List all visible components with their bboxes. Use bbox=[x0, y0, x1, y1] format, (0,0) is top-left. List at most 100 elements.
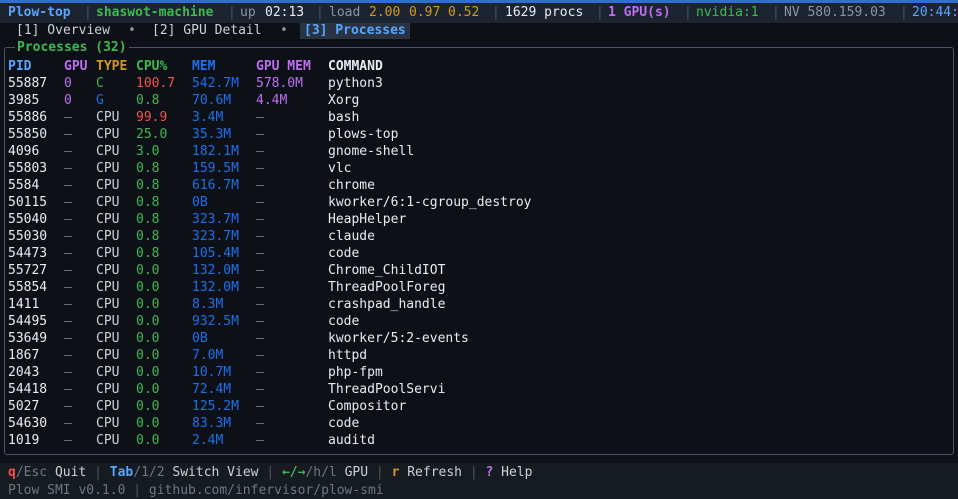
cell-mem: 35.3M bbox=[192, 127, 232, 142]
cell-command: kworker/5:2-events bbox=[328, 331, 469, 346]
tab-key[interactable]: Tab bbox=[110, 465, 133, 480]
cell-command: code bbox=[328, 314, 360, 329]
cell-command: httpd bbox=[328, 348, 368, 363]
table-row[interactable]: 55040 — CPU 0.8 323.7M — HeapHelper bbox=[8, 211, 728, 228]
cell-pid: 55030 bbox=[8, 229, 48, 244]
cell-pid: 1019 bbox=[8, 433, 40, 448]
table-row[interactable]: 3985 0 G 0.8 70.6M 4.4M Xorg bbox=[8, 92, 728, 109]
cell-type: CPU bbox=[96, 263, 120, 278]
column-header-mem[interactable]: MEM bbox=[192, 58, 256, 75]
table-row[interactable]: 54630 — CPU 0.0 83.3M — code bbox=[8, 415, 728, 432]
cell-gpu-mem: — bbox=[256, 127, 264, 142]
version-text: Plow SMI v0.1.0 bbox=[8, 483, 126, 498]
cell-type: CPU bbox=[96, 195, 120, 210]
table-row[interactable]: 55854 — CPU 0.0 132.0M — ThreadPoolForeg bbox=[8, 279, 728, 296]
repo-link[interactable]: github.com/infervisor/plow-smi bbox=[149, 483, 384, 498]
quit-label: Quit bbox=[54, 465, 87, 480]
refresh-key[interactable]: r bbox=[392, 465, 400, 480]
column-header-gpu[interactable]: GPU bbox=[64, 58, 96, 75]
table-row[interactable]: 1019 — CPU 0.0 2.4M — auditd bbox=[8, 432, 728, 449]
column-header-pid[interactable]: PID bbox=[8, 58, 64, 75]
status-separator: | bbox=[316, 5, 324, 20]
keybind-bar: q/Esc Quit | Tab/1/2 Switch View | ←/→/h… bbox=[0, 465, 532, 481]
table-row[interactable]: 53649 — CPU 0.0 0B — kworker/5:2-events bbox=[8, 330, 728, 347]
table-row[interactable]: 55727 — CPU 0.0 132.0M — Chrome_ChildIOT bbox=[8, 262, 728, 279]
status-separator: | bbox=[772, 5, 780, 20]
cell-pid: 5584 bbox=[8, 178, 40, 193]
table-row[interactable]: 55803 — CPU 0.8 159.5M — vlc bbox=[8, 160, 728, 177]
status-separator: | bbox=[684, 5, 692, 20]
cell-command: ThreadPoolForeg bbox=[328, 280, 446, 295]
table-row[interactable]: 1867 — CPU 0.0 7.0M — httpd bbox=[8, 347, 728, 364]
cell-pid: 54418 bbox=[8, 382, 48, 397]
table-row[interactable]: 55887 0 C 100.7 542.7M 578.0M python3 bbox=[8, 75, 728, 92]
cell-cpu: 25.0 bbox=[136, 127, 168, 142]
cell-mem: 10.7M bbox=[192, 365, 232, 380]
status-separator: | bbox=[84, 5, 92, 20]
cell-gpu: — bbox=[64, 433, 72, 448]
table-row[interactable]: 55850 — CPU 25.0 35.3M — plows-top bbox=[8, 126, 728, 143]
table-row[interactable]: 54418 — CPU 0.0 72.4M — ThreadPoolServi bbox=[8, 381, 728, 398]
cell-pid: 55887 bbox=[8, 76, 48, 91]
help-key[interactable]: ? bbox=[486, 465, 494, 480]
tab-gpu-detail[interactable]: [2] GPU Detail bbox=[152, 23, 262, 39]
column-header-gpu-mem[interactable]: GPU MEM bbox=[256, 58, 328, 75]
cell-pid: 1867 bbox=[8, 348, 40, 363]
table-row[interactable]: 5584 — CPU 0.8 616.7M — chrome bbox=[8, 177, 728, 194]
cell-command: php-fpm bbox=[328, 365, 383, 380]
gpu-vendor: nvidia:1 bbox=[696, 5, 759, 20]
column-header-type[interactable]: TYPE bbox=[96, 58, 136, 75]
cell-cpu: 0.8 bbox=[136, 212, 160, 227]
load-label: load bbox=[329, 5, 361, 20]
cell-cpu: 0.0 bbox=[136, 297, 160, 312]
quit-alt-key: /Esc bbox=[15, 465, 48, 480]
cell-mem: 7.0M bbox=[192, 348, 224, 363]
tab-separator: • bbox=[128, 23, 136, 38]
table-row[interactable]: 5027 — CPU 0.0 125.2M — Compositor bbox=[8, 398, 728, 415]
cell-gpu-mem: — bbox=[256, 314, 264, 329]
table-row[interactable]: 2043 — CPU 0.0 10.7M — php-fpm bbox=[8, 364, 728, 381]
table-row[interactable]: 55886 — CPU 99.9 3.4M — bash bbox=[8, 109, 728, 126]
table-header-row: PID GPU TYPE CPU% MEM GPU MEM COMMAND bbox=[8, 58, 728, 75]
table-row[interactable]: 55030 — CPU 0.8 323.7M — claude bbox=[8, 228, 728, 245]
help-label: Help bbox=[501, 465, 533, 480]
cell-mem: 323.7M bbox=[192, 212, 239, 227]
uptime-value: 02:13 bbox=[265, 5, 305, 20]
cell-cpu: 0.8 bbox=[136, 178, 160, 193]
gpu-arrow-keys[interactable]: ←/→ bbox=[282, 465, 305, 480]
cell-command: Compositor bbox=[328, 399, 407, 414]
table-row[interactable]: 4096 — CPU 3.0 182.1M — gnome-shell bbox=[8, 143, 728, 160]
cell-gpu: — bbox=[64, 314, 72, 329]
column-header-cpu[interactable]: CPU% bbox=[136, 58, 192, 75]
table-row[interactable]: 54495 — CPU 0.0 932.5M — code bbox=[8, 313, 728, 330]
cell-gpu-mem: — bbox=[256, 280, 264, 295]
quit-key[interactable]: q bbox=[8, 465, 16, 480]
cell-mem: 132.0M bbox=[192, 263, 239, 278]
cell-cpu: 99.9 bbox=[136, 110, 168, 125]
cell-mem: 2.4M bbox=[192, 433, 224, 448]
cell-gpu: — bbox=[64, 127, 72, 142]
table-row[interactable]: 50115 — CPU 0.8 0B — kworker/6:1-cgroup_destro… bbox=[8, 194, 728, 211]
table-row[interactable]: 54473 — CPU 0.8 105.4M — code bbox=[8, 245, 728, 262]
cell-command: gnome-shell bbox=[328, 144, 415, 159]
tab-processes[interactable]: [3] Processes bbox=[300, 23, 410, 39]
cell-gpu-mem: — bbox=[256, 246, 264, 261]
table-row[interactable]: 1411 — CPU 0.0 8.3M — crashpad_handle bbox=[8, 296, 728, 313]
cell-cpu: 100.7 bbox=[136, 76, 176, 91]
footer-separator: | bbox=[469, 465, 478, 480]
status-bar: Plow-top | shaswot-machine | up 02:13 | … bbox=[0, 0, 958, 23]
cell-pid: 53649 bbox=[8, 331, 48, 346]
view-tabs: [1] Overview • [2] GPU Detail • [3] Proc… bbox=[0, 23, 958, 40]
cell-cpu: 0.0 bbox=[136, 365, 160, 380]
cell-gpu: — bbox=[64, 399, 72, 414]
cell-mem: 0B bbox=[192, 195, 208, 210]
cell-gpu: — bbox=[64, 382, 72, 397]
cell-cpu: 0.0 bbox=[136, 433, 160, 448]
cell-pid: 2043 bbox=[8, 365, 40, 380]
cell-type: CPU bbox=[96, 416, 120, 431]
cell-pid: 5027 bbox=[8, 399, 40, 414]
cell-cpu: 3.0 bbox=[136, 144, 160, 159]
cell-gpu: — bbox=[64, 178, 72, 193]
column-header-command[interactable]: COMMAND bbox=[328, 58, 728, 75]
tab-overview[interactable]: [1] Overview bbox=[16, 23, 110, 39]
